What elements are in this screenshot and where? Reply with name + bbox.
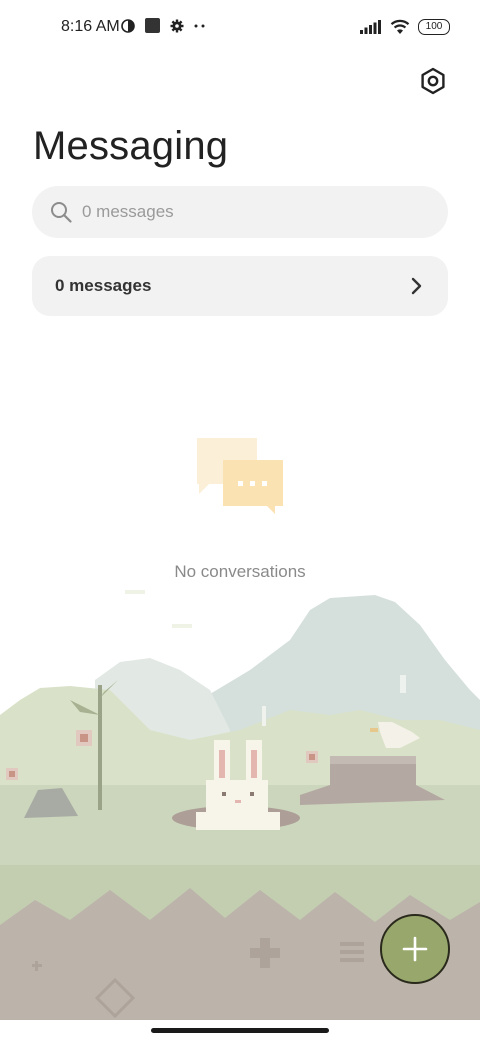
search-icon xyxy=(51,202,72,223)
data-saver-icon xyxy=(121,18,135,33)
page-title: Messaging xyxy=(33,124,229,168)
status-time: 8:16 AM xyxy=(61,18,120,35)
search-placeholder: 0 messages xyxy=(82,202,174,221)
new-conversation-button[interactable] xyxy=(380,914,450,984)
wifi-icon xyxy=(390,19,410,34)
navigation-bar xyxy=(0,1020,480,1040)
battery-icon: 100 xyxy=(418,19,450,35)
gear-notification-icon xyxy=(170,19,184,32)
plus-icon xyxy=(402,936,428,962)
messages-card-label: 0 messages xyxy=(55,276,152,295)
signal-icon xyxy=(360,20,381,34)
settings-button[interactable] xyxy=(418,66,448,96)
more-dots-icon xyxy=(194,24,205,27)
hexagon-settings-icon xyxy=(421,67,445,95)
chevron-right-icon xyxy=(411,277,422,295)
empty-state-text: No conversations xyxy=(174,562,306,581)
status-bar: 8:16 AM 100 xyxy=(0,0,480,56)
status-left-icons xyxy=(121,18,206,33)
square-notification-icon xyxy=(145,18,160,33)
status-right-icons: 100 xyxy=(360,19,450,35)
messages-card[interactable]: 0 messages xyxy=(32,256,448,316)
search-bar[interactable]: 0 messages xyxy=(32,186,448,238)
battery-level: 100 xyxy=(425,21,443,32)
chat-bubbles-icon xyxy=(197,438,283,514)
home-indicator[interactable] xyxy=(151,1028,329,1033)
